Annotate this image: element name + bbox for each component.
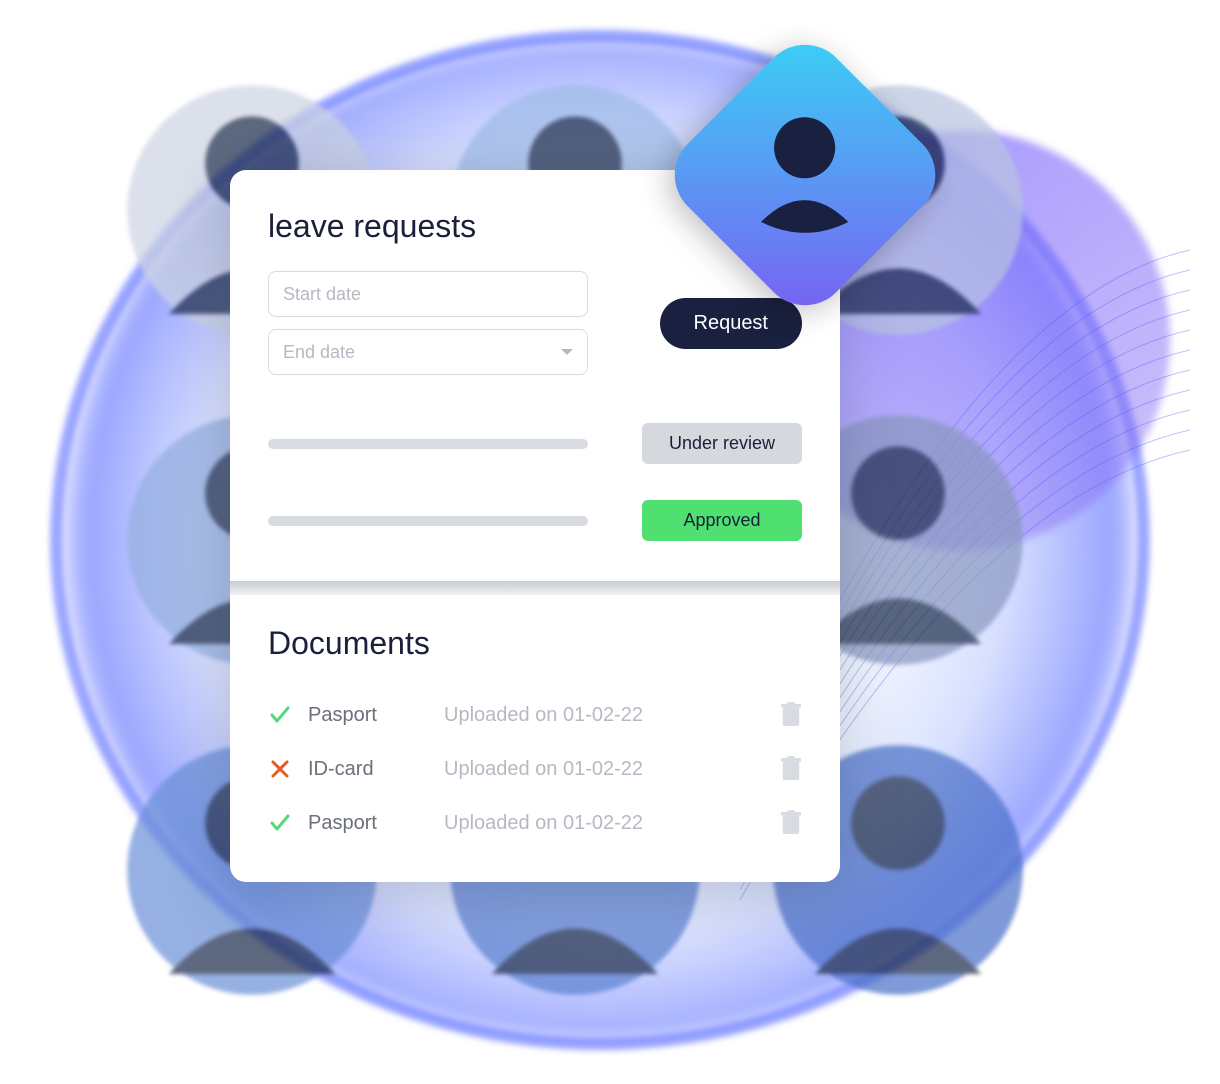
trash-icon[interactable] xyxy=(780,810,802,836)
document-name: Pasport xyxy=(308,704,418,727)
person-icon xyxy=(750,113,860,233)
request-row: Approved xyxy=(268,500,802,541)
trash-icon[interactable] xyxy=(780,756,802,782)
start-date-input[interactable]: Start date xyxy=(268,271,588,317)
document-row: ID-card Uploaded on 01-02-22 xyxy=(268,742,802,796)
divider xyxy=(230,581,840,595)
check-icon xyxy=(268,703,292,727)
request-row: Under review xyxy=(268,423,802,464)
chevron-down-icon xyxy=(561,349,573,355)
cross-icon xyxy=(268,757,292,781)
document-row: Pasport Uploaded on 01-02-22 xyxy=(268,688,802,742)
document-row: Pasport Uploaded on 01-02-22 xyxy=(268,796,802,850)
document-name: ID-card xyxy=(308,758,418,781)
status-approved: Approved xyxy=(642,500,802,541)
end-date-select[interactable]: End date xyxy=(268,329,588,375)
trash-icon[interactable] xyxy=(780,702,802,728)
leave-requests-card: leave requests Start date End date Reque… xyxy=(230,170,840,882)
placeholder-bar xyxy=(268,439,588,449)
status-under-review: Under review xyxy=(642,423,802,464)
document-date: Uploaded on 01-02-22 xyxy=(444,704,643,727)
document-name: Pasport xyxy=(308,812,418,835)
start-date-placeholder: Start date xyxy=(283,284,361,305)
check-icon xyxy=(268,811,292,835)
end-date-placeholder: End date xyxy=(283,342,355,363)
placeholder-bar xyxy=(268,516,588,526)
document-date: Uploaded on 01-02-22 xyxy=(444,758,643,781)
request-button[interactable]: Request xyxy=(660,298,803,349)
document-date: Uploaded on 01-02-22 xyxy=(444,812,643,835)
documents-title: Documents xyxy=(268,625,802,662)
